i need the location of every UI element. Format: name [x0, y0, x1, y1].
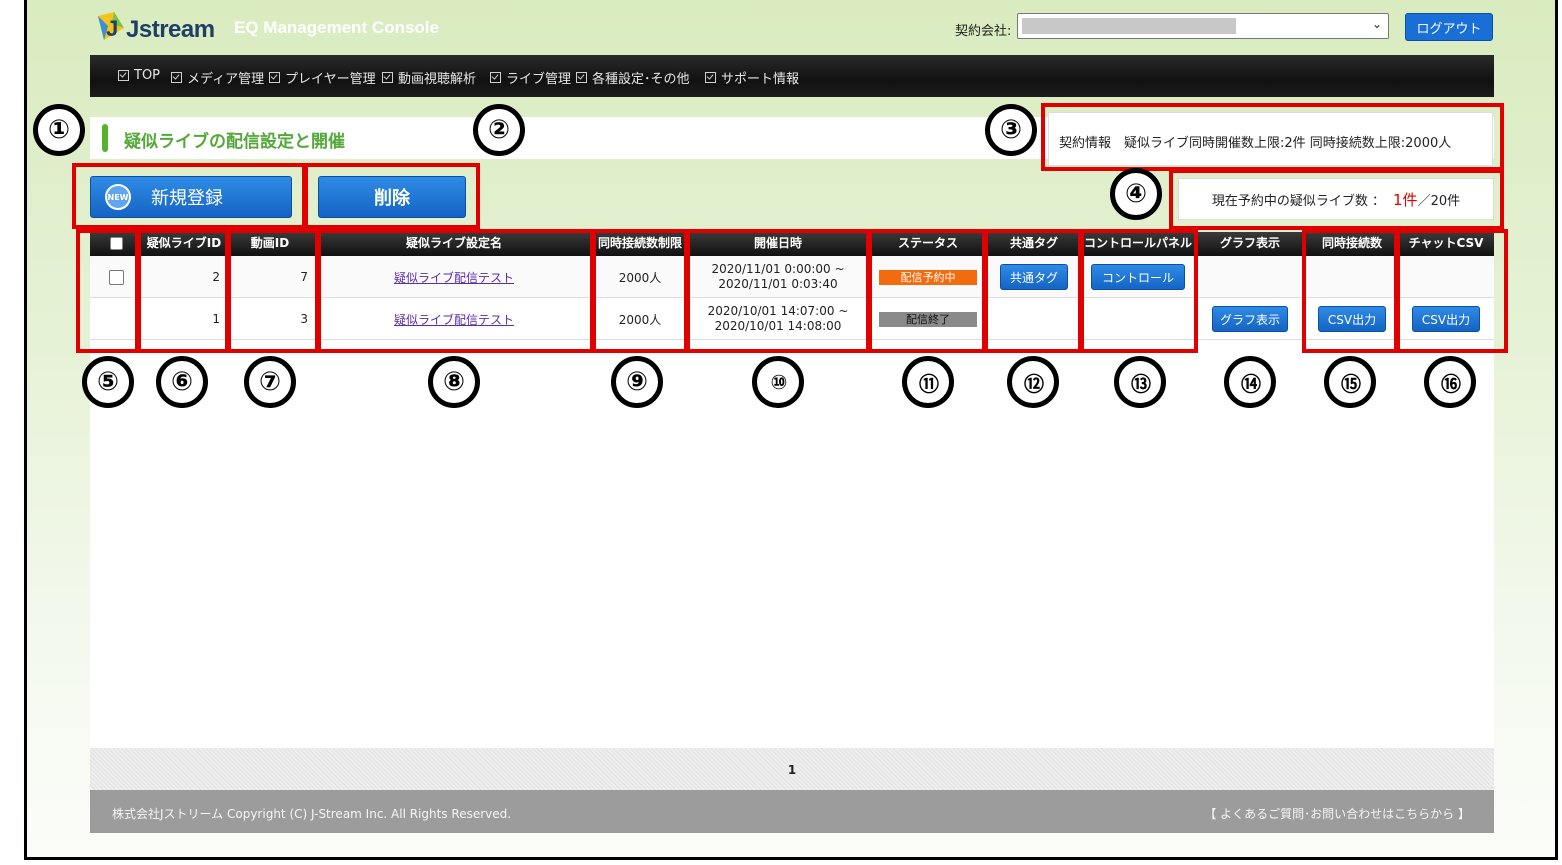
- annotation-box-15: [1302, 229, 1398, 353]
- annotation-number-3: ③: [985, 104, 1037, 156]
- annotation-number-10: ⑩: [752, 356, 804, 408]
- annotation-number-11: ⑪: [902, 356, 954, 408]
- jstream-logo[interactable]: J Jstream: [94, 8, 215, 46]
- title-accent: [102, 124, 108, 152]
- annotation-number-5: ⑤: [82, 356, 134, 408]
- nav-label: 動画視聴解析: [398, 72, 477, 87]
- annotation-box-6: [137, 229, 229, 353]
- nav-item-player[interactable]: プレイヤー管理: [269, 68, 376, 87]
- console-title: EQ Management Console: [234, 18, 439, 37]
- annotation-number-16: ⑯: [1424, 356, 1476, 408]
- annotation-number-1: ①: [33, 104, 85, 156]
- svg-text:J: J: [106, 16, 118, 41]
- checkbox-icon: [118, 70, 129, 81]
- pagination: 1: [90, 748, 1494, 790]
- annotation-box-16: [1396, 229, 1508, 353]
- nav-item-top[interactable]: TOP: [118, 68, 160, 83]
- annotation-number-12: ⑫: [1007, 356, 1059, 408]
- contract-company-label: 契約会社:: [955, 24, 1012, 39]
- page-number[interactable]: 1: [90, 763, 1494, 777]
- annotation-box-8: [317, 229, 594, 353]
- checkbox-icon: [269, 72, 280, 83]
- nav-item-media[interactable]: メディア管理: [171, 68, 264, 87]
- annotation-box-5: [76, 229, 139, 353]
- header: J Jstream EQ Management Console 契約会社: ⌄ …: [90, 6, 1494, 52]
- checkbox-icon: [171, 72, 182, 83]
- faq-link[interactable]: 【 よくあるご質問･お問い合わせはこちらから 】: [1204, 805, 1470, 822]
- checkbox-icon: [705, 72, 716, 83]
- logout-button[interactable]: ログアウト: [1405, 13, 1493, 41]
- logo-wordmark: Jstream: [126, 16, 215, 43]
- annotation-box-4: [1169, 169, 1504, 230]
- logo-mark-icon: J: [98, 12, 124, 41]
- annotation-box-11: [868, 229, 986, 353]
- checkbox-icon: [576, 72, 587, 83]
- nav-label: メディア管理: [187, 72, 265, 87]
- graph-button[interactable]: グラフ表示: [1212, 306, 1288, 332]
- main-nav: TOP メディア管理 プレイヤー管理 動画視聴解析 ライブ管理 各種設定･その他…: [90, 55, 1494, 97]
- redacted-company-name: [1022, 18, 1236, 34]
- annotation-box-10: [686, 229, 870, 353]
- th-graph: グラフ表示: [1219, 236, 1280, 250]
- annotation-box-12: [984, 229, 1082, 353]
- annotation-box-1: [72, 163, 306, 229]
- annotation-number-8: ⑧: [428, 356, 480, 408]
- nav-item-settings[interactable]: 各種設定･その他: [576, 68, 690, 87]
- annotation-number-9: ⑨: [611, 356, 663, 408]
- nav-label: 各種設定･その他: [592, 72, 690, 87]
- graph-cell: グラフ表示: [1194, 298, 1306, 340]
- annotation-number-7: ⑦: [244, 356, 296, 408]
- nav-label: ライブ管理: [506, 72, 572, 87]
- nav-item-live[interactable]: ライブ管理: [490, 68, 571, 87]
- nav-item-analytics[interactable]: 動画視聴解析: [382, 68, 476, 87]
- nav-item-support[interactable]: サポート情報: [705, 68, 799, 87]
- page-title: 疑似ライブの配信設定と開催: [124, 132, 345, 152]
- chevron-down-icon: ⌄: [1371, 17, 1382, 31]
- nav-label: TOP: [134, 68, 161, 83]
- annotation-number-2: ②: [473, 104, 525, 156]
- nav-label: サポート情報: [721, 72, 800, 87]
- annotation-number-4: ④: [1110, 168, 1162, 220]
- graph-cell: [1194, 256, 1306, 298]
- annotation-box-3: [1041, 103, 1504, 171]
- footer: 株式会社Jストリーム Copyright (C) J-Stream Inc. A…: [90, 790, 1494, 833]
- annotation-box-9: [592, 229, 688, 353]
- annotation-number-15: ⑮: [1324, 356, 1376, 408]
- annotation-number-14: ⑭: [1224, 356, 1276, 408]
- checkbox-icon: [382, 72, 393, 83]
- checkbox-icon: [490, 72, 501, 83]
- copyright: 株式会社Jストリーム Copyright (C) J-Stream Inc. A…: [112, 807, 512, 821]
- content-area: [90, 344, 1494, 748]
- annotation-box-13: [1080, 229, 1198, 353]
- annotation-box-7: [227, 229, 319, 353]
- annotation-number-6: ⑥: [156, 356, 208, 408]
- annotation-number-13: ⑬: [1114, 356, 1166, 408]
- contract-company-select[interactable]: ⌄: [1017, 13, 1389, 39]
- annotation-box-2: [304, 163, 480, 229]
- nav-label: プレイヤー管理: [285, 72, 376, 87]
